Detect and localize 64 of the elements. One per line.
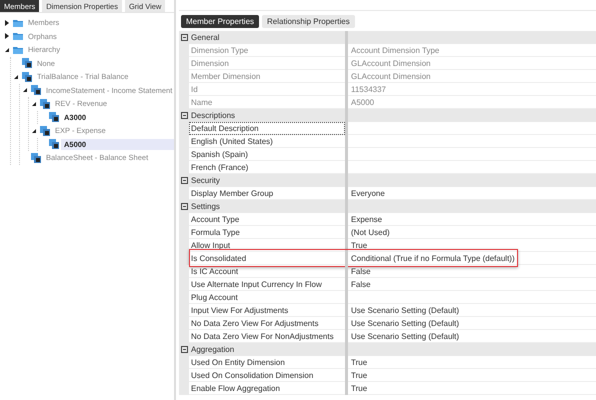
property-value[interactable]: (Not Used)	[348, 226, 596, 239]
collapse-icon[interactable]	[181, 177, 188, 184]
property-value[interactable]: Conditional (True if no Formula Type (default))	[348, 252, 596, 265]
property-value[interactable]: True	[348, 356, 596, 369]
property-name[interactable]: Plug Account	[189, 291, 345, 304]
property-value[interactable]: Expense	[348, 213, 596, 226]
property-value[interactable]: False	[348, 265, 596, 278]
property-value[interactable]: Account Dimension Type	[348, 44, 596, 57]
collapse-arrow-icon[interactable]	[30, 126, 38, 135]
property-value[interactable]: False	[348, 278, 596, 291]
property-value[interactable]: GLAccount Dimension	[348, 57, 596, 70]
property-name[interactable]: Is IC Account	[189, 265, 345, 278]
property-name[interactable]: Member Dimension	[189, 70, 345, 83]
property-value[interactable]: Use Scenario Setting (Default)	[348, 304, 596, 317]
member-icon	[40, 126, 50, 136]
collapse-arrow-icon[interactable]	[12, 72, 20, 81]
property-name[interactable]: Dimension Type	[189, 44, 345, 57]
property-value[interactable]: True	[348, 369, 596, 382]
tab[interactable]: Member Properties	[181, 15, 260, 28]
expand-arrow-icon[interactable]	[3, 18, 11, 27]
property-name[interactable]: Default Description	[189, 122, 345, 135]
property-value[interactable]: True	[348, 382, 596, 395]
member-icon	[31, 85, 41, 96]
collapse-arrow-icon[interactable]	[21, 86, 29, 94]
category-header: Settings	[191, 202, 220, 211]
property-name[interactable]: Is Consolidated	[189, 252, 345, 265]
category-header: Security	[191, 176, 220, 185]
collapse-icon[interactable]	[181, 112, 188, 119]
property-value[interactable]: Use Scenario Setting (Default)	[348, 317, 596, 330]
tab[interactable]: Relationship Properties	[262, 15, 355, 28]
property-name[interactable]: Account Type	[189, 213, 345, 226]
category-header: Descriptions	[191, 111, 236, 120]
member-icon	[22, 72, 32, 82]
property-value[interactable]: True	[348, 239, 596, 252]
member-icon	[40, 98, 50, 109]
property-name[interactable]: Used On Consolidation Dimension	[189, 369, 345, 382]
property-value[interactable]: 11534337	[348, 83, 596, 96]
property-name[interactable]: Dimension	[189, 57, 345, 70]
property-name[interactable]: Spanish (Spain)	[189, 148, 345, 161]
collapse-arrow-icon[interactable]	[30, 100, 38, 108]
property-name[interactable]: English (United States)	[189, 135, 345, 148]
member-icon	[49, 139, 59, 150]
member-icon	[22, 58, 32, 68]
folder-icon	[13, 44, 23, 55]
folder-icon	[13, 18, 23, 28]
collapse-arrow-icon[interactable]	[3, 46, 11, 54]
expand-arrow-icon[interactable]	[3, 32, 11, 40]
property-name[interactable]: Input View For Adjustments	[189, 304, 345, 317]
property-name[interactable]: Id	[189, 83, 345, 96]
folder-icon	[13, 31, 23, 42]
collapse-icon[interactable]	[181, 34, 188, 41]
member-icon	[31, 152, 41, 163]
property-name[interactable]: Formula Type	[189, 226, 345, 239]
property-name[interactable]: Use Alternate Input Currency In Flow	[189, 278, 345, 291]
property-name[interactable]: No Data Zero View For Adjustments	[189, 317, 345, 330]
property-value[interactable]: GLAccount Dimension	[348, 70, 596, 83]
property-name[interactable]: Allow Input	[189, 239, 345, 252]
category-header: Aggregation	[191, 345, 234, 354]
category-header: General	[191, 33, 220, 42]
member-icon	[49, 112, 59, 122]
property-name[interactable]: Used On Entity Dimension	[189, 356, 345, 369]
collapse-icon[interactable]	[181, 203, 188, 210]
collapse-icon[interactable]	[181, 346, 188, 353]
property-name[interactable]: Enable Flow Aggregation	[189, 382, 345, 395]
